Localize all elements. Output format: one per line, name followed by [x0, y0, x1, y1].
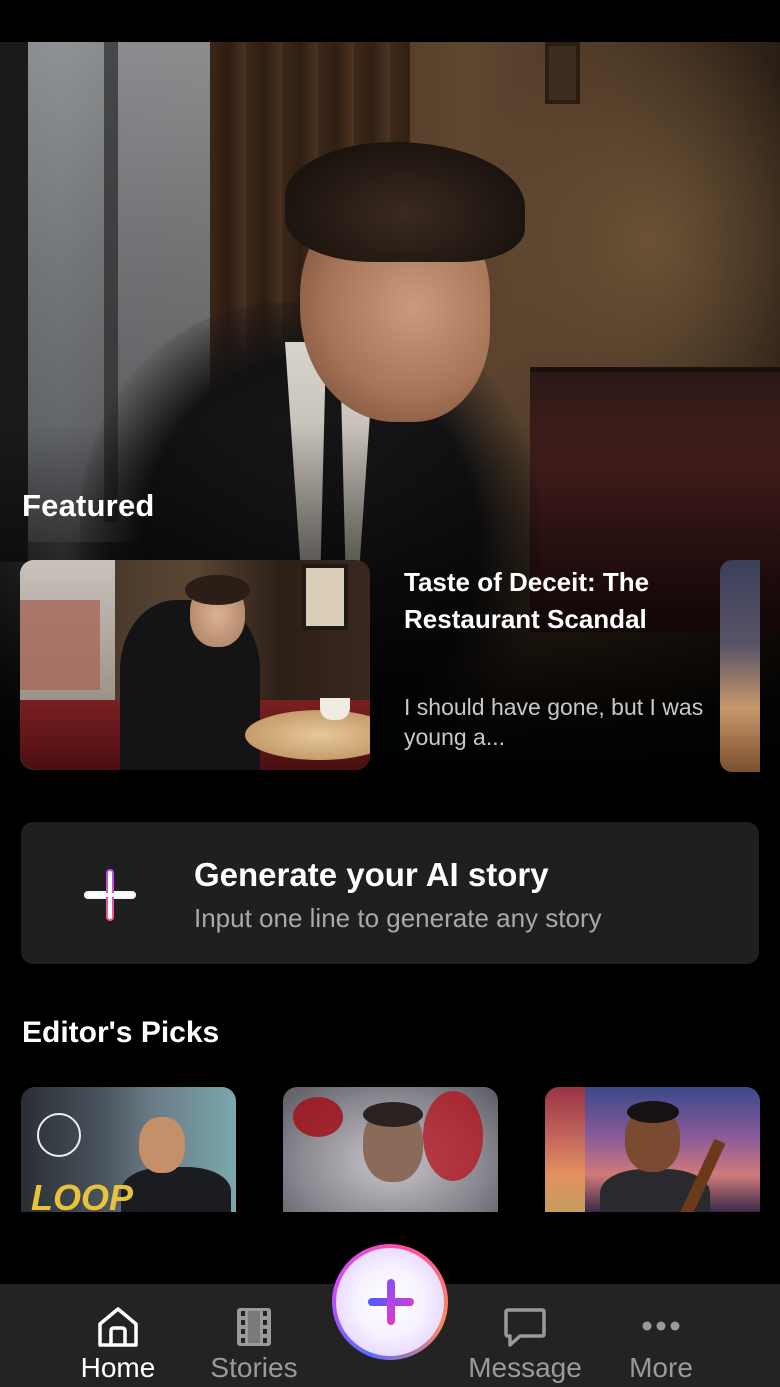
- hero-wall-frame: [545, 42, 580, 104]
- nav-label-stories: Stories: [210, 1352, 298, 1383]
- cover-coffee-cup: [320, 698, 350, 720]
- nav-label-message: Message: [468, 1352, 582, 1383]
- status-bar: [0, 0, 780, 42]
- hero-man-hair: [285, 142, 525, 262]
- pick3-neon-building: [545, 1087, 585, 1212]
- nav-item-more[interactable]: More: [596, 1284, 726, 1387]
- plus-icon: [336, 1248, 444, 1356]
- create-story-fab[interactable]: [332, 1244, 448, 1360]
- generate-story-title: Generate your AI story: [194, 856, 549, 893]
- pick3-figure-hair: [627, 1101, 679, 1123]
- nav-item-stories[interactable]: Stories: [189, 1284, 319, 1387]
- pick2-splatter: [293, 1097, 343, 1137]
- editors-pick-card-3[interactable]: [545, 1087, 760, 1212]
- featured-story-title[interactable]: Taste of Deceit: The Restaurant Scandal: [404, 564, 724, 638]
- cover-building: [20, 600, 100, 690]
- pick1-figure-head: [139, 1117, 185, 1173]
- featured-story-description: I should have gone, but I was young a...: [404, 694, 704, 750]
- featured-next-card[interactable]: [720, 560, 760, 772]
- home-icon: [98, 1307, 138, 1347]
- featured-section-title: Featured: [22, 488, 155, 523]
- generate-story-subtitle: Input one line to generate any story: [194, 903, 602, 933]
- cover-wall-frame: [302, 564, 348, 630]
- pick1-figure-body: [121, 1167, 231, 1212]
- more-dots-icon: [642, 1321, 680, 1331]
- clock-icon: [37, 1113, 81, 1157]
- film-icon: [237, 1308, 271, 1346]
- pick1-cover-text: LOOP: [31, 1177, 134, 1212]
- cover-man-hair: [185, 575, 250, 605]
- editors-pick-card-2[interactable]: [283, 1087, 498, 1212]
- editors-picks-title: Editor's Picks: [22, 1016, 220, 1049]
- nav-item-message[interactable]: Message: [460, 1284, 590, 1387]
- pick2-splatter-2: [423, 1091, 483, 1181]
- nav-label-home: Home: [80, 1352, 156, 1383]
- pick2-figure-hair: [363, 1102, 423, 1127]
- featured-story-cover[interactable]: [20, 560, 370, 770]
- chat-bubble-icon: [504, 1308, 546, 1347]
- nav-item-home[interactable]: Home: [53, 1284, 183, 1387]
- plus-icon: [84, 869, 136, 921]
- editors-pick-card-1[interactable]: LOOP: [21, 1087, 236, 1212]
- nav-label-more: More: [629, 1352, 693, 1383]
